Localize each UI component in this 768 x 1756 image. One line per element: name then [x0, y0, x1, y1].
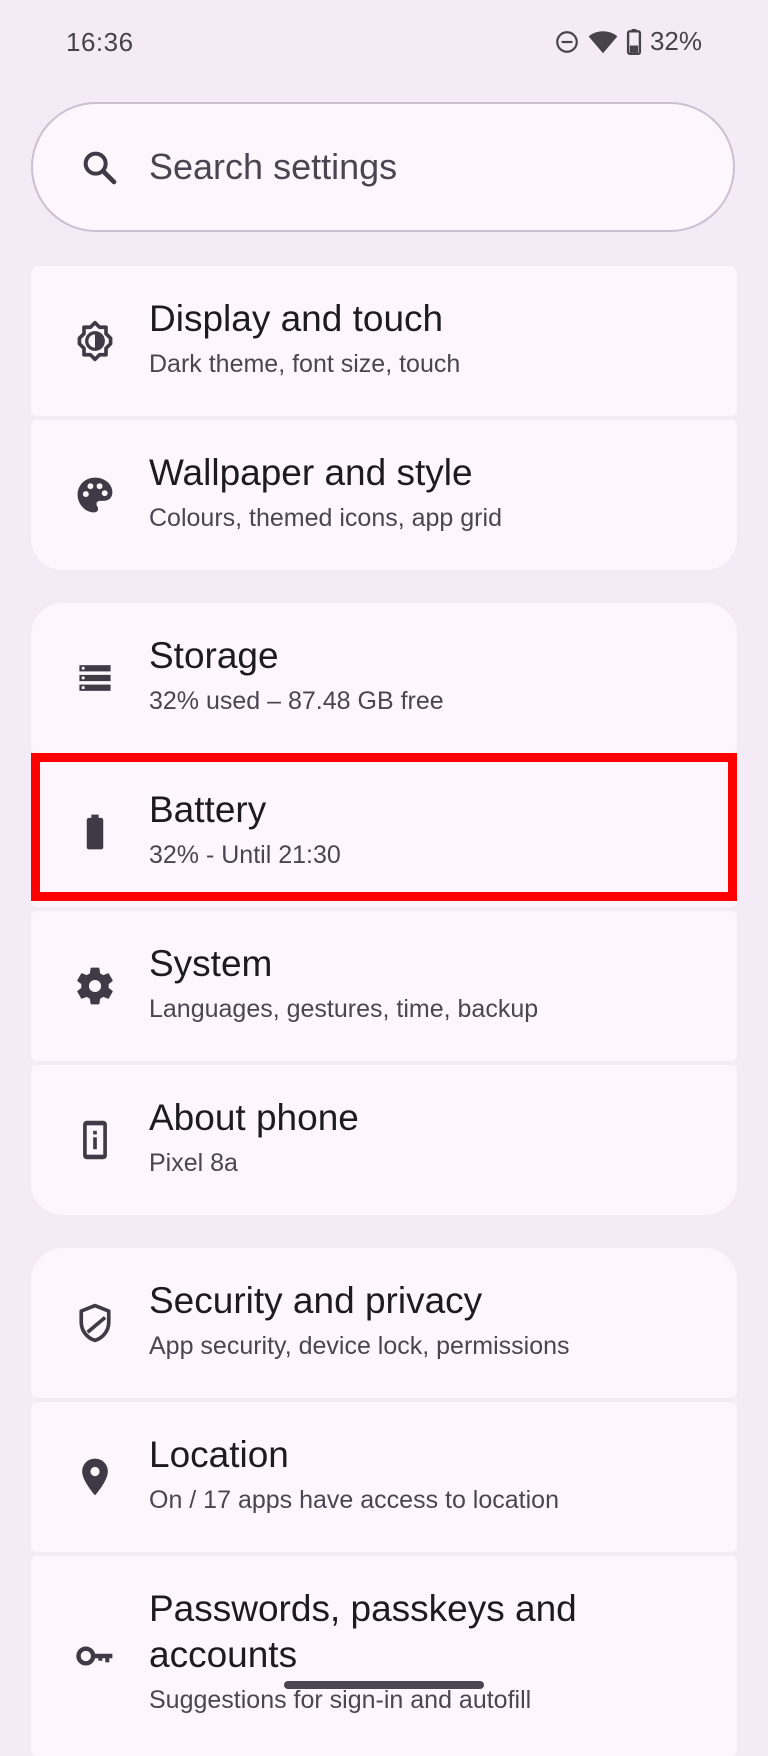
item-subtitle: Pixel 8a: [149, 1149, 238, 1177]
settings-item-passwords[interactable]: Passwords, passkeys and accounts Suggest…: [31, 1556, 737, 1756]
settings-item-about-phone[interactable]: About phone Pixel 8a: [31, 1065, 737, 1215]
phone-info-icon: [73, 1118, 117, 1162]
search-bar[interactable]: Search settings: [31, 102, 735, 232]
item-subtitle: Colours, themed icons, app grid: [149, 504, 502, 532]
item-title: Display and touch: [149, 298, 444, 339]
item-title: Storage: [149, 635, 279, 676]
item-subtitle: 32% used – 87.48 GB free: [149, 687, 444, 715]
home-indicator[interactable]: [284, 1681, 484, 1689]
search-icon: [83, 151, 117, 185]
storage-icon: [73, 656, 117, 700]
settings-item-location[interactable]: Location On / 17 apps have access to loc…: [31, 1402, 737, 1552]
search-placeholder: Search settings: [149, 146, 398, 187]
shield-icon: [73, 1301, 117, 1345]
status-bar: 16:36 32%: [0, 0, 768, 90]
item-subtitle: App security, device lock, permissions: [149, 1332, 570, 1360]
item-title: Security and privacy: [149, 1280, 483, 1321]
wifi-icon: [588, 29, 618, 55]
settings-group-device: Storage 32% used – 87.48 GB free Battery…: [31, 603, 737, 1215]
status-time: 16:36: [66, 27, 134, 57]
item-title: Wallpaper and style: [149, 452, 473, 493]
location-pin-icon: [73, 1455, 117, 1499]
settings-group-personalization: Display and touch Dark theme, font size,…: [31, 266, 737, 570]
battery-icon: [626, 28, 642, 55]
battery-icon: [73, 810, 117, 854]
settings-item-system[interactable]: System Languages, gestures, time, backup: [31, 911, 737, 1061]
item-title: Location: [149, 1434, 289, 1475]
status-icons: 32%: [554, 26, 702, 57]
item-title: Passwords, passkeys and accounts: [149, 1588, 577, 1675]
palette-icon: [73, 473, 117, 517]
item-subtitle: Languages, gestures, time, backup: [149, 995, 539, 1023]
item-title: Battery: [149, 789, 267, 830]
battery-percent: 32%: [649, 26, 702, 56]
gear-icon: [73, 964, 117, 1008]
settings-item-wallpaper[interactable]: Wallpaper and style Colours, themed icon…: [31, 420, 737, 570]
settings-item-security[interactable]: Security and privacy App security, devic…: [31, 1248, 737, 1398]
settings-item-display[interactable]: Display and touch Dark theme, font size,…: [31, 266, 737, 416]
display-brightness-icon: [73, 319, 117, 363]
key-icon: [73, 1634, 117, 1678]
settings-item-battery[interactable]: Battery 32% - Until 21:30: [31, 757, 737, 907]
settings-item-storage[interactable]: Storage 32% used – 87.48 GB free: [31, 603, 737, 753]
item-title: System: [149, 943, 273, 984]
item-title: About phone: [149, 1097, 359, 1138]
item-subtitle: Dark theme, font size, touch: [149, 350, 461, 378]
item-subtitle: On / 17 apps have access to location: [149, 1486, 559, 1514]
settings-group-security: Security and privacy App security, devic…: [31, 1248, 737, 1756]
item-subtitle: 32% - Until 21:30: [149, 841, 341, 869]
do-not-disturb-icon: [554, 29, 580, 55]
